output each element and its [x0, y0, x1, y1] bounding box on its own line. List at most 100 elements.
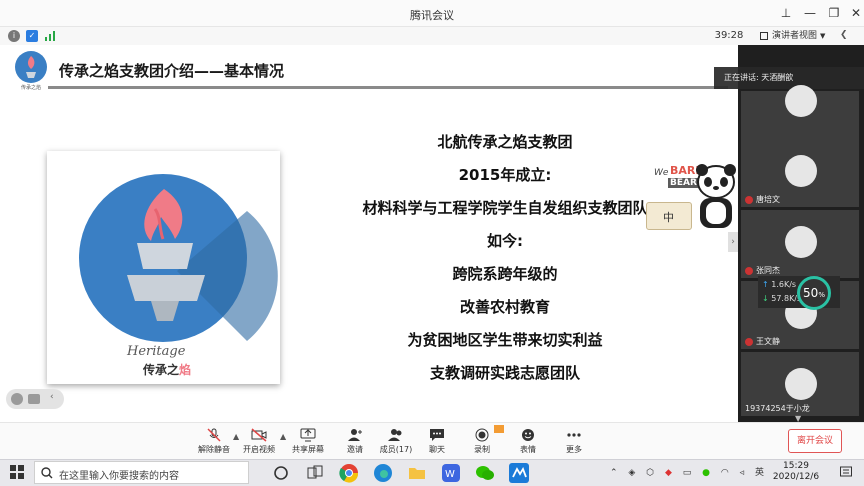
speaking-indicator: 正在讲话: 天酒酬歆 — [714, 67, 864, 89]
participant-tile[interactable]: 唐培文 — [741, 139, 859, 207]
task-view-icon[interactable] — [304, 462, 326, 484]
chevron-up-icon[interactable]: ⌃ — [610, 468, 618, 478]
mic-off-icon — [207, 428, 221, 442]
panda-icon — [696, 164, 736, 228]
chevron-left-icon[interactable]: ‹ — [50, 392, 54, 402]
pin-button[interactable]: ⊥ — [776, 4, 796, 22]
maximize-button[interactable]: ❐ — [824, 4, 844, 22]
mic-muted-icon — [745, 337, 753, 346]
chat-icon — [430, 429, 444, 441]
signal-icon[interactable] — [45, 31, 55, 41]
slide-title: 传承之焰支教团介绍——基本情况 — [59, 62, 285, 80]
wechat-tray-icon[interactable]: ● — [702, 468, 710, 478]
heritage-logo-card: Heritage 传承之焰 — [47, 151, 280, 384]
download-rate: 57.8 — [771, 294, 790, 303]
sticker-sign: 中 — [646, 202, 692, 230]
start-video-button[interactable]: 开启视频 — [239, 428, 279, 456]
invite-label: 邀请 — [347, 445, 363, 454]
svg-text:W: W — [445, 469, 455, 480]
ime-icon[interactable]: 英 — [755, 468, 764, 478]
invite-button[interactable]: 邀请 — [335, 428, 375, 456]
slide-line: 为贫困地区学生带来切实利益 — [407, 331, 603, 349]
unmute-button[interactable]: 解除静音 — [194, 428, 234, 456]
chrome-icon[interactable] — [338, 462, 360, 484]
notifications-icon[interactable] — [840, 466, 852, 478]
shield-icon[interactable]: ✓ — [26, 30, 38, 42]
network-icon[interactable]: ◠ — [721, 468, 729, 478]
participant-name: 唐培文 — [756, 195, 780, 204]
shield-tray-icon[interactable]: ◈ — [628, 468, 635, 478]
mic-muted-icon — [745, 266, 753, 275]
logo-cn-text: 传承之 — [143, 363, 180, 377]
chat-button[interactable]: 聊天 — [417, 428, 457, 456]
record-label: 录制 — [474, 445, 490, 454]
participant-name: 王文静 — [756, 337, 780, 346]
record-icon — [475, 428, 489, 442]
reactions-button[interactable]: 表情 — [508, 428, 548, 456]
battery-icon[interactable]: ▭ — [683, 468, 692, 478]
quality-percent: 50 — [803, 286, 819, 300]
start-video-label: 开启视频 — [243, 445, 275, 454]
video-options-caret[interactable]: ▲ — [280, 432, 286, 441]
participant-name: 19374254于小龙 — [745, 404, 810, 413]
taskbar-clock[interactable]: 15:29 2020/12/6 — [770, 461, 822, 483]
title-bar: 腾讯会议 ⊥ — ❐ ✕ — [0, 0, 864, 27]
taskbar-search-input[interactable]: 在这里输入你要搜索的内容 — [34, 461, 249, 484]
chat-bubble-icon[interactable] — [28, 394, 40, 404]
avatar — [785, 368, 817, 400]
quality-unit: % — [818, 291, 825, 299]
meeting-timer: 39:28 — [714, 30, 744, 41]
security-icon[interactable]: ⬡ — [646, 468, 654, 478]
antivirus-icon[interactable]: ◆ — [665, 468, 672, 478]
avatar — [785, 85, 817, 117]
wechat-icon[interactable] — [474, 462, 496, 484]
tencent-meeting-icon[interactable] — [508, 462, 530, 484]
more-dots-icon — [567, 433, 581, 437]
collapse-panel-icon[interactable]: ❮ — [840, 30, 848, 40]
clock-date: 2020/12/6 — [772, 472, 820, 482]
cortana-icon[interactable] — [270, 462, 292, 484]
reactions-label: 表情 — [520, 445, 536, 454]
view-mode-dropdown[interactable]: 演讲者视图 ▼ — [760, 28, 830, 44]
participant-tile[interactable]: 张同杰 — [741, 210, 859, 278]
more-button[interactable]: 更多 — [554, 428, 594, 456]
close-button[interactable]: ✕ — [846, 4, 864, 22]
avatar — [785, 155, 817, 187]
minimize-button[interactable]: — — [800, 4, 820, 22]
users-icon — [388, 429, 402, 441]
smile-icon — [522, 429, 534, 441]
panel-expand-button[interactable]: › — [728, 232, 738, 252]
members-label: 成员(17) — [379, 445, 413, 454]
members-button[interactable]: 成员(17) — [376, 428, 416, 456]
tray-icons[interactable]: ⌃ ◈ ⬡ ◆ ▭ ● ◠ ◃ 英 — [610, 465, 764, 478]
header-logo-text: 传承之焰 — [20, 85, 41, 91]
upload-rate: 1.6 — [771, 280, 784, 289]
slide-line: 支教调研实践志愿团队 — [429, 364, 580, 382]
file-explorer-icon[interactable] — [406, 462, 428, 484]
edge-icon[interactable] — [372, 462, 394, 484]
emoji-icon[interactable] — [11, 393, 23, 405]
leave-meeting-button[interactable]: 离开会议 — [788, 429, 842, 453]
grid-icon — [760, 32, 768, 40]
sticker-tag: 中 — [663, 211, 674, 224]
mic-muted-icon — [745, 195, 753, 204]
slide-line: 改善农村教育 — [459, 298, 550, 316]
panda-sticker: We BARE BEARS 中 — [644, 158, 740, 238]
record-badge-icon — [494, 425, 504, 433]
logo-brand-text: Heritage — [127, 344, 186, 359]
search-placeholder: 在这里输入你要搜索的内容 — [59, 471, 179, 482]
window-title: 腾讯会议 — [410, 9, 454, 22]
info-icon[interactable]: i — [8, 30, 20, 42]
rate-unit: K/s — [783, 280, 797, 289]
volume-icon[interactable]: ◃ — [740, 468, 745, 478]
chat-label: 聊天 — [429, 445, 445, 454]
wps-icon[interactable]: W — [440, 462, 462, 484]
search-icon — [41, 467, 53, 479]
network-quality-gauge: 50% — [797, 276, 831, 310]
more-label: 更多 — [566, 445, 582, 454]
share-screen-button[interactable]: 共享屏幕 — [288, 428, 328, 456]
floating-annotation-bar[interactable]: ‹ — [6, 389, 64, 409]
logo-cn-accent: 焰 — [179, 363, 192, 377]
participant-tile[interactable]: 19374254于小龙 — [741, 352, 859, 416]
windows-start-icon[interactable] — [10, 465, 24, 479]
